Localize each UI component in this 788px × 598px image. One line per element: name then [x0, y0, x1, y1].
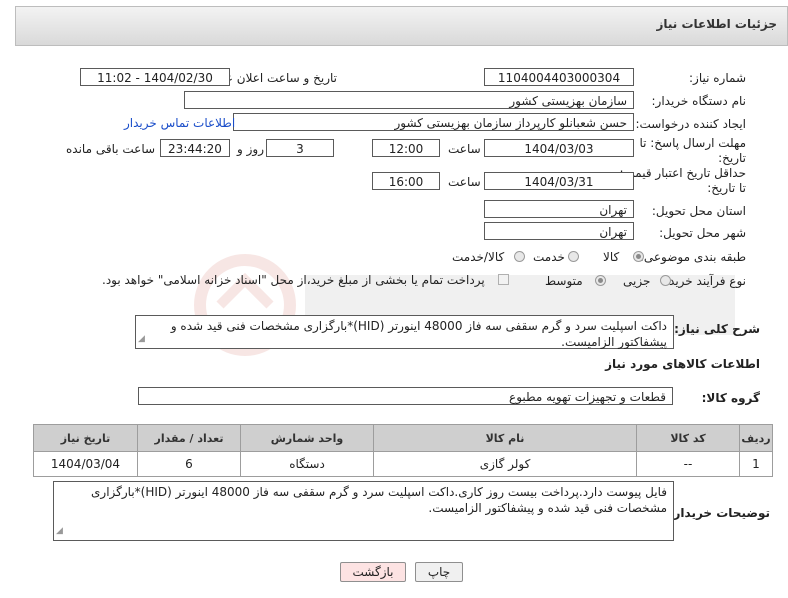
deadline-time-field: 12:00 [372, 139, 440, 157]
city-label: شهر محل تحویل: [659, 226, 746, 240]
category-option-goods-service: کالا/خدمت [452, 250, 505, 264]
need-number-field: 1104004403000304 [484, 68, 634, 86]
category-label: طبقه بندی موضوعی: [639, 250, 746, 264]
category-radio-goods-service[interactable] [514, 251, 525, 262]
col-unit: واحد شمارش [240, 424, 374, 452]
days-count-field: 3 [266, 139, 334, 157]
buyer-org-label: نام دستگاه خریدار: [651, 94, 747, 108]
resize-grip-icon[interactable]: ◢ [56, 523, 63, 539]
goods-info-title: اطلاعات کالاهای مورد نیاز [605, 357, 760, 371]
cell-qty: 6 [137, 451, 241, 477]
description-label: شرح کلی نیاز: [674, 322, 760, 336]
creator-label: ایجاد کننده درخواست: [635, 117, 746, 131]
days-label: روز و [237, 142, 264, 156]
category-radio-goods[interactable] [633, 251, 644, 262]
goods-table: ردیف کد کالا نام کالا واحد شمارش تعداد /… [33, 424, 773, 477]
remaining-time-field: 23:44:20 [160, 139, 230, 157]
resize-grip-icon[interactable]: ◢ [138, 331, 145, 347]
col-date: تاریخ نیاز [33, 424, 138, 452]
col-qty: تعداد / مقدار [137, 424, 241, 452]
creator-field: حسن شعبانلو کارپرداز سازمان بهزیستی کشور [233, 113, 634, 131]
description-text: داکت اسپلیت سرد و گرم سقفی سه فاز 48000 … [170, 319, 667, 349]
goods-group-field: قطعات و تجهیزات تهویه مطبوع [138, 387, 673, 405]
page-title: جزئیات اطلاعات نیاز [656, 17, 777, 31]
category-option-service: خدمت [533, 250, 565, 264]
treasury-payment-checkbox[interactable] [498, 274, 509, 285]
buyer-notes-label: توضیحات خریدار: [668, 506, 770, 520]
deadline-time-label: ساعت [448, 142, 481, 156]
col-name: نام کالا [373, 424, 637, 452]
announce-date-field: 1404/02/30 - 11:02 [80, 68, 230, 86]
col-code: کد کالا [636, 424, 740, 452]
remaining-label: ساعت باقی مانده [66, 142, 156, 156]
payment-note: پرداخت تمام یا بخشی از مبلغ خرید،از محل … [102, 273, 485, 287]
goods-group-label: گروه کالا: [701, 391, 760, 405]
description-field: داکت اسپلیت سرد و گرم سقفی سه فاز 48000 … [135, 315, 674, 349]
buyer-contact-link[interactable]: اطلاعات تماس خریدار [124, 116, 235, 130]
cell-date: 1404/03/04 [33, 451, 138, 477]
province-label: استان محل تحویل: [651, 204, 746, 218]
cell-unit: دستگاه [240, 451, 374, 477]
province-field: تهران [484, 200, 634, 218]
city-field: تهران [484, 222, 634, 240]
process-radio-minor[interactable] [660, 275, 671, 286]
validity-time-label: ساعت [448, 175, 481, 189]
need-number-label: شماره نیاز: [689, 71, 746, 85]
cell-name: کولر گازی [373, 451, 637, 477]
table-header-row: ردیف کد کالا نام کالا واحد شمارش تعداد /… [33, 424, 773, 452]
buyer-notes-text: فایل پیوست دارد.پرداخت بیست روز کاری.داک… [91, 485, 667, 515]
validity-date-field: 1404/03/31 [484, 172, 634, 190]
buyer-notes-field: فایل پیوست دارد.پرداخت بیست روز کاری.داک… [53, 481, 674, 541]
process-option-medium: متوسط [545, 274, 583, 288]
print-button[interactable]: چاپ [415, 562, 463, 582]
cell-code: -- [636, 451, 740, 477]
process-label: نوع فرآیند خرید : [661, 274, 746, 288]
buyer-org-field: سازمان بهزیستی کشور [184, 91, 634, 109]
col-row: ردیف [739, 424, 773, 452]
cell-row: 1 [739, 451, 773, 477]
validity-time-field: 16:00 [372, 172, 440, 190]
process-option-minor: جزیی [623, 274, 651, 288]
header-panel: جزئیات اطلاعات نیاز [15, 6, 788, 46]
category-radio-service[interactable] [568, 251, 579, 262]
deadline-label: مهلت ارسال پاسخ: تا تاریخ: [639, 136, 746, 165]
back-button[interactable]: بازگشت [340, 562, 406, 582]
validity-label: حداقل تاریخ اعتبار قیمت: تا تاریخ: [619, 166, 746, 195]
table-row: 1 -- کولر گازی دستگاه 6 1404/03/04 [33, 451, 773, 477]
deadline-date-field: 1404/03/03 [484, 139, 634, 157]
category-option-goods: کالا [603, 250, 620, 264]
process-radio-medium[interactable] [595, 275, 606, 286]
